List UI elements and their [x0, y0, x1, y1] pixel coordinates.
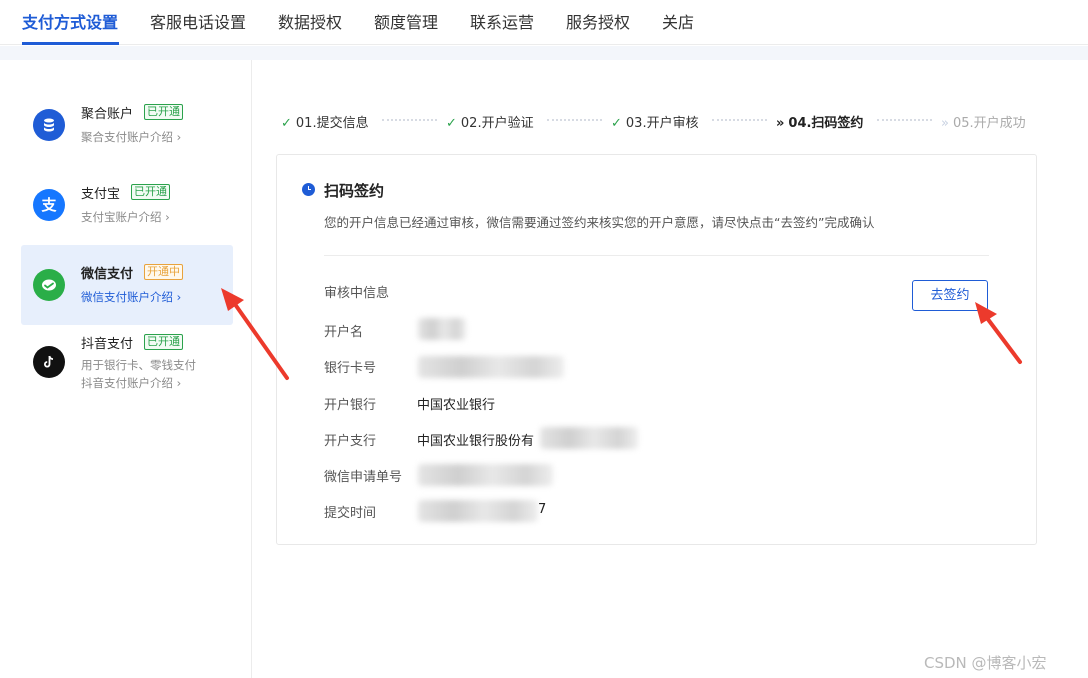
clock-icon [302, 183, 315, 196]
redacted-value [418, 500, 538, 522]
branch-label: 开户支行 [324, 434, 377, 449]
submit-time-visible-fragment: 7 [538, 502, 547, 517]
sidebar-item-name: 支付宝 [81, 187, 121, 202]
top-navigation: 支付方式设置 客服电话设置 数据授权 额度管理 联系运营 服务授权 关店 [0, 0, 1088, 45]
tab-customer-phone[interactable]: 客服电话设置 [150, 9, 246, 33]
tab-close-store[interactable]: 关店 [662, 9, 694, 33]
step-scan-sign: » 04.扫码签约 [776, 116, 864, 131]
account-intro-link[interactable]: 聚合支付账户介绍 › [81, 129, 181, 145]
step-submit-info: ✓ 01.提交信息 [281, 116, 369, 131]
sidebar-item-douyin-pay[interactable]: 抖音支付 已开通 用于银行卡、零钱支付 抖音支付账户介绍 › [21, 325, 233, 405]
card-title: 扫码签约 [324, 182, 385, 200]
step-connector [877, 119, 932, 121]
sidebar-item-alipay[interactable]: 支 支付宝 已开通 支付宝账户介绍 › [21, 165, 233, 245]
sidebar-item-name: 聚合账户 [81, 107, 134, 122]
step-connector [547, 119, 602, 121]
watermark: CSDN @博客小宏 [924, 654, 1047, 672]
sidebar-item-name: 抖音支付 [81, 337, 134, 352]
bank-label: 开户银行 [324, 398, 377, 413]
active-tab-indicator [22, 42, 119, 45]
step-connector [712, 119, 767, 121]
tab-data-authorization[interactable]: 数据授权 [278, 9, 342, 33]
account-intro-link[interactable]: 抖音支付账户介绍 › [81, 375, 181, 391]
account-intro-link[interactable]: 支付宝账户介绍 › [81, 209, 170, 225]
review-info-label: 审核中信息 [324, 286, 390, 301]
wechat-application-number-label: 微信申请单号 [324, 470, 403, 485]
svg-text:支: 支 [40, 196, 57, 214]
tab-service-authorization[interactable]: 服务授权 [566, 9, 630, 33]
redacted-value [418, 318, 466, 340]
status-badge: 开通中 [144, 264, 183, 280]
alipay-icon: 支 [33, 189, 65, 221]
go-sign-button[interactable]: 去签约 [912, 280, 988, 311]
account-intro-link[interactable]: 微信支付账户介绍 › [81, 289, 181, 305]
branch-value: 中国农业银行股份有 [417, 434, 535, 449]
tab-payment-settings[interactable]: 支付方式设置 [22, 9, 118, 33]
wechat-icon [33, 269, 65, 301]
database-icon [33, 109, 65, 141]
status-badge: 已开通 [131, 184, 170, 200]
status-badge: 已开通 [144, 104, 183, 120]
redacted-value [540, 427, 638, 449]
tiktok-icon [33, 346, 65, 378]
tab-contact-operations[interactable]: 联系运营 [470, 9, 534, 33]
account-usage-note: 用于银行卡、零钱支付 [81, 358, 196, 372]
redacted-value [418, 356, 564, 378]
status-badge: 已开通 [144, 334, 183, 350]
tab-quota-management[interactable]: 额度管理 [374, 9, 438, 33]
bank-value: 中国农业银行 [417, 398, 496, 413]
sidebar-item-aggregate-account[interactable]: 聚合账户 已开通 聚合支付账户介绍 › [21, 85, 233, 165]
step-account-success: » 05.开户成功 [941, 116, 1026, 131]
bank-card-label: 银行卡号 [324, 361, 377, 376]
header-band [0, 46, 1088, 60]
redacted-value [418, 464, 553, 486]
step-connector [382, 119, 437, 121]
card-description: 您的开户信息已经通过审核，微信需要通过签约来核实您的开户意愿，请尽快点击“去签约… [324, 215, 875, 230]
submit-time-label: 提交时间 [324, 506, 377, 521]
step-account-verification: ✓ 02.开户验证 [446, 116, 534, 131]
sidebar-item-wechat-pay[interactable]: 微信支付 开通中 微信支付账户介绍 › [21, 245, 233, 325]
sidebar-item-name: 微信支付 [81, 267, 134, 282]
step-account-review: ✓ 03.开户审核 [611, 116, 699, 131]
divider [324, 255, 989, 256]
account-name-label: 开户名 [324, 325, 364, 340]
